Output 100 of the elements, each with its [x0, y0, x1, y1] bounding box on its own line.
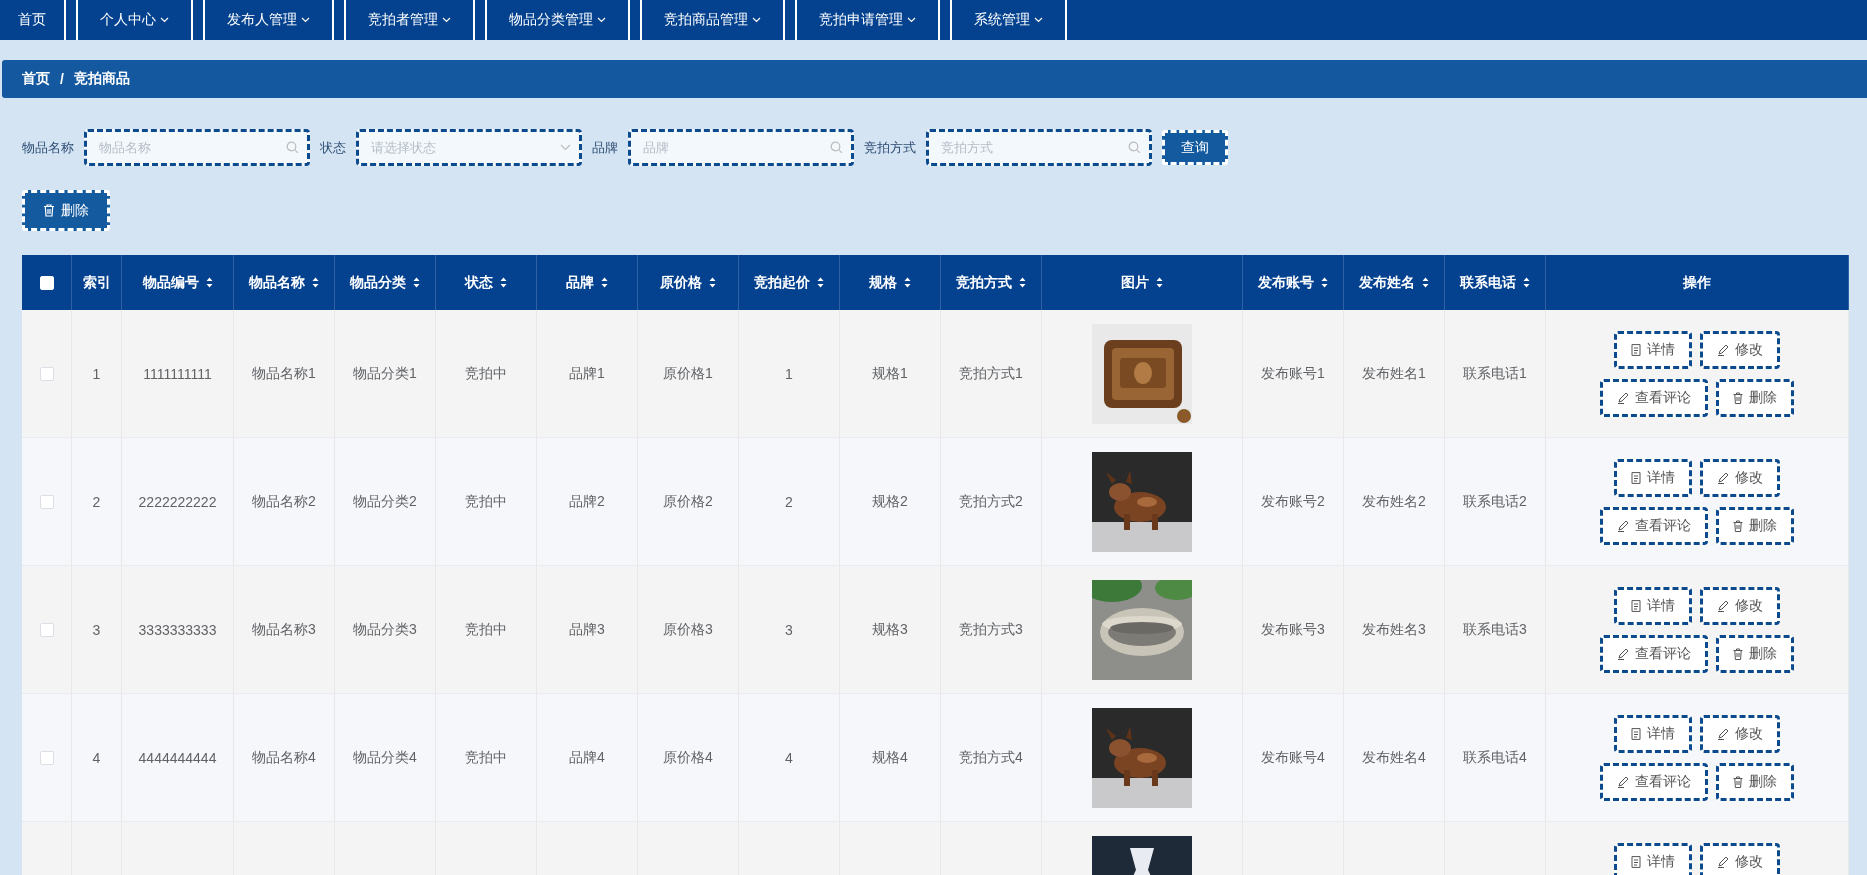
- delete-button[interactable]: 删除: [1716, 762, 1794, 801]
- search-input[interactable]: 品牌: [631, 132, 830, 163]
- column-header[interactable]: 竞拍起价: [754, 273, 824, 292]
- pencil-icon: [1617, 391, 1629, 404]
- row-checkbox[interactable]: [39, 366, 54, 381]
- table-cell: 4: [785, 749, 793, 766]
- pencil-icon: [1717, 599, 1729, 612]
- sort-icon: [709, 277, 716, 288]
- details-button[interactable]: 详情: [1614, 458, 1692, 497]
- sort-icon: [817, 277, 824, 288]
- nav-menu-item[interactable]: 发布人管理: [203, 0, 334, 40]
- table-cell: 物品名称2: [252, 492, 316, 511]
- table-cell: 发布账号3: [1261, 620, 1325, 639]
- nav-menu-item[interactable]: 竞拍申请管理: [795, 0, 940, 40]
- table-cell: 物品名称3: [252, 620, 316, 639]
- edit-button[interactable]: 修改: [1700, 714, 1780, 753]
- nav-menu-item[interactable]: 首页: [0, 0, 66, 40]
- edit-button[interactable]: 修改: [1700, 458, 1780, 497]
- search-icon: [830, 141, 843, 154]
- table-cell: 联系电话4: [1463, 748, 1527, 767]
- delete-button[interactable]: 删除: [1716, 378, 1794, 417]
- nav-menu-item[interactable]: 系统管理: [950, 0, 1067, 40]
- column-header[interactable]: 原价格: [660, 273, 716, 292]
- table-cell: 发布姓名2: [1362, 492, 1426, 511]
- delete-button[interactable]: 删除: [22, 190, 110, 231]
- table-cell: 4: [92, 749, 101, 766]
- table-cell: 品牌1: [569, 364, 605, 383]
- column-header[interactable]: 图片: [1121, 273, 1163, 292]
- view-comments-button[interactable]: 查看评论: [1600, 506, 1708, 545]
- column-header[interactable]: 物品名称: [249, 273, 319, 292]
- nav-menu-item[interactable]: 竞拍者管理: [344, 0, 475, 40]
- document-icon: [1631, 855, 1641, 868]
- delete-button[interactable]: 删除: [1716, 506, 1794, 545]
- sort-icon: [1156, 277, 1163, 288]
- caret-icon: [160, 17, 169, 23]
- sort-icon: [601, 277, 608, 288]
- filter-label: 物品名称: [22, 138, 74, 157]
- pencil-icon: [1717, 855, 1729, 868]
- caret-icon: [752, 17, 761, 23]
- chevron-down-icon: [560, 144, 571, 151]
- sort-icon: [1019, 277, 1026, 288]
- breadcrumb-item[interactable]: 首页: [22, 70, 50, 88]
- column-header[interactable]: 发布姓名: [1359, 273, 1429, 292]
- details-button[interactable]: 详情: [1614, 330, 1692, 369]
- pencil-icon: [1717, 471, 1729, 484]
- table-cell: 规格1: [872, 364, 908, 383]
- search-field[interactable]: 品牌: [628, 129, 854, 166]
- row-checkbox[interactable]: [39, 494, 54, 509]
- nav-menu-item[interactable]: 竞拍商品管理: [640, 0, 785, 40]
- edit-button[interactable]: 修改: [1700, 586, 1780, 625]
- column-header[interactable]: 物品分类: [350, 273, 420, 292]
- select-all-checkbox[interactable]: [39, 275, 54, 290]
- table-cell: 竞拍方式4: [959, 748, 1023, 767]
- edit-button[interactable]: 修改: [1700, 842, 1780, 875]
- row-checkbox[interactable]: [39, 622, 54, 637]
- table-cell: 发布姓名4: [1362, 748, 1426, 767]
- column-header[interactable]: 物品编号: [142, 273, 213, 292]
- select-input[interactable]: 请选择状态: [359, 132, 560, 163]
- details-button[interactable]: 详情: [1614, 586, 1692, 625]
- details-button[interactable]: 详情: [1614, 714, 1692, 753]
- column-header[interactable]: 品牌: [566, 273, 608, 292]
- column-header[interactable]: 操作: [1683, 273, 1711, 292]
- table-cell: 物品分类3: [353, 620, 417, 639]
- row-checkbox[interactable]: [39, 750, 54, 765]
- table-cell: 发布姓名1: [1362, 364, 1426, 383]
- search-field[interactable]: 竞拍方式: [926, 129, 1152, 166]
- view-comments-button[interactable]: 查看评论: [1600, 378, 1708, 417]
- caret-icon: [301, 17, 310, 23]
- pencil-icon: [1617, 647, 1629, 660]
- status-select[interactable]: 请选择状态: [356, 129, 582, 166]
- column-header[interactable]: 索引: [82, 273, 111, 292]
- search-field[interactable]: 物品名称: [84, 129, 310, 166]
- details-button[interactable]: 详情: [1614, 842, 1692, 875]
- nav-menu-item[interactable]: 物品分类管理: [485, 0, 630, 40]
- sort-icon: [1321, 277, 1328, 288]
- table-cell: 2222222222: [138, 493, 217, 510]
- table-cell: 1111111111: [143, 365, 212, 382]
- table-cell: 竞拍中: [465, 492, 507, 511]
- table-cell: 联系电话2: [1463, 492, 1527, 511]
- column-header[interactable]: 联系电话: [1460, 273, 1530, 292]
- table-cell: 竞拍方式2: [959, 492, 1023, 511]
- table-cell: 规格3: [872, 620, 908, 639]
- search-input[interactable]: 物品名称: [87, 132, 286, 163]
- caret-icon: [597, 17, 606, 23]
- table-cell: 竞拍中: [465, 364, 507, 383]
- table-cell: 原价格2: [663, 492, 713, 511]
- delete-button[interactable]: 删除: [1716, 634, 1794, 673]
- column-header[interactable]: 规格: [869, 273, 911, 292]
- table-cell: 发布账号2: [1261, 492, 1325, 511]
- table-cell: 物品名称4: [252, 748, 316, 767]
- view-comments-button[interactable]: 查看评论: [1600, 762, 1708, 801]
- column-header[interactable]: 状态: [465, 273, 507, 292]
- column-header[interactable]: 发布账号: [1258, 273, 1328, 292]
- query-button[interactable]: 查询: [1162, 130, 1228, 165]
- edit-button[interactable]: 修改: [1700, 330, 1780, 369]
- sort-icon: [1422, 277, 1429, 288]
- nav-menu-item[interactable]: 个人中心: [76, 0, 193, 40]
- view-comments-button[interactable]: 查看评论: [1600, 634, 1708, 673]
- search-input[interactable]: 竞拍方式: [929, 132, 1128, 163]
- column-header[interactable]: 竞拍方式: [956, 273, 1026, 292]
